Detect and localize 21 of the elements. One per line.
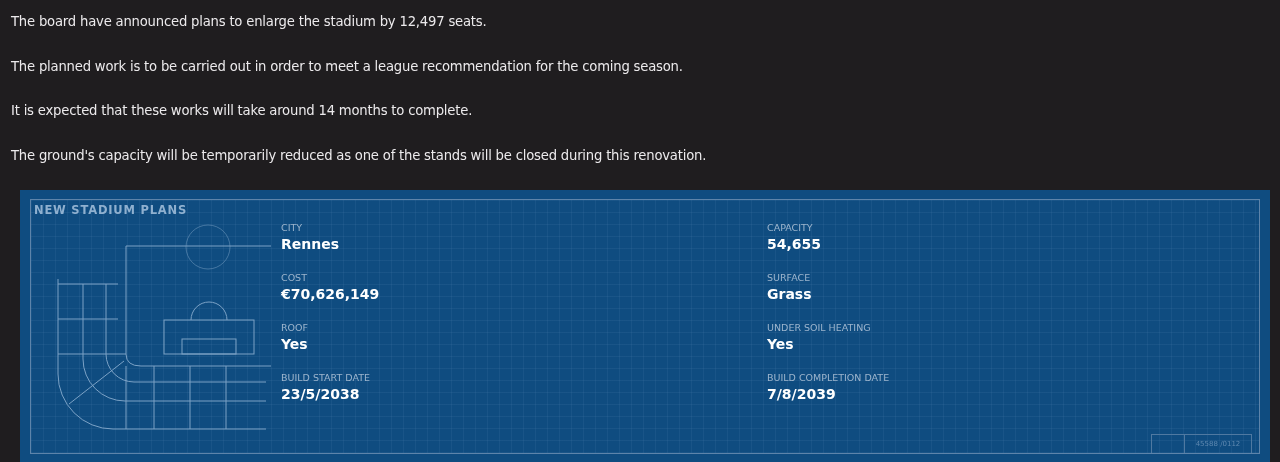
field-label: BUILD COMPLETION DATE	[767, 372, 891, 383]
paragraph: The planned work is to be carried out in order to meet a league recommendation for the coming season.	[11, 57, 684, 76]
field-value: Grass	[767, 286, 813, 302]
paragraph: The board have announced plans to enlarge the stadium by 12,497 seats.	[11, 13, 488, 31]
field-label: CITY	[281, 222, 304, 233]
field-label: CAPACITY	[767, 222, 814, 233]
field-label: UNDER SOIL HEATING	[767, 322, 872, 333]
paragraph: The ground's capacity will be temporarily reduced as one of the stands will be closed during this renovation.	[11, 146, 708, 165]
field-value: Yes	[767, 336, 795, 352]
field-value: Yes	[281, 336, 309, 352]
field-value: 54,655	[767, 236, 823, 252]
paragraph: It is expected that these works will take around 14 months to complete.	[11, 102, 474, 120]
field-label: BUILD START DATE	[281, 372, 371, 383]
field-label: COST	[281, 272, 308, 283]
field-value: €70,626,149	[281, 286, 381, 302]
field-label: ROOF	[281, 322, 310, 333]
field-value: 23/5/2038	[281, 386, 361, 402]
panel-title: NEW STADIUM PLANS	[34, 203, 188, 217]
field-value: 7/8/2039	[767, 386, 837, 402]
field-value: Rennes	[281, 236, 341, 252]
field-label: SURFACE	[767, 272, 812, 283]
